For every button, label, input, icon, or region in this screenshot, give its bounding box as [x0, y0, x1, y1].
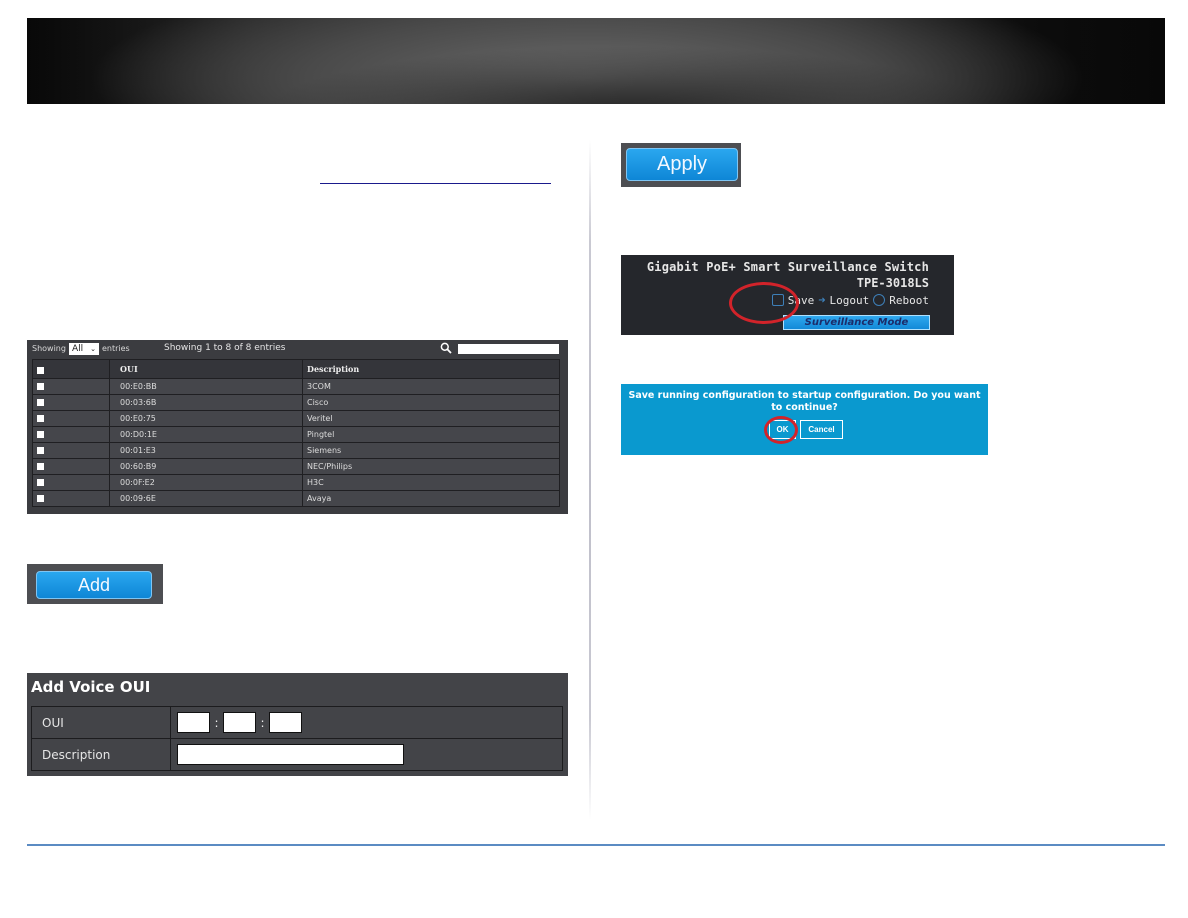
page-header-banner: [27, 18, 1165, 104]
table-row: 00:09:6E Avaya: [32, 490, 560, 507]
model-name: TPE-3018LS: [856, 276, 929, 290]
row-checkbox[interactable]: [37, 383, 44, 390]
column-header-oui: OUI: [109, 359, 303, 379]
row-select-cell: [32, 490, 110, 507]
surveillance-mode-button[interactable]: Surveillance Mode: [783, 315, 930, 330]
search-icon: [440, 342, 452, 354]
voice-oui-table-panel: Showing All ⌄ entries Showing 1 to 8 of …: [27, 340, 568, 514]
cancel-button[interactable]: Cancel: [800, 420, 843, 439]
panel-title: Add Voice OUI: [31, 678, 151, 696]
oui-cell: 00:60:B9: [109, 458, 303, 475]
logout-icon[interactable]: ➜: [818, 293, 825, 307]
logout-link[interactable]: Logout: [830, 294, 870, 307]
row-checkbox[interactable]: [37, 463, 44, 470]
form-row-oui: OUI ::: [31, 706, 563, 739]
oui-octet-3-input[interactable]: [269, 712, 302, 733]
reboot-icon[interactable]: [873, 294, 886, 306]
description-cell: H3C: [302, 474, 560, 491]
ok-button[interactable]: OK: [769, 420, 796, 439]
row-select-cell: [32, 442, 110, 459]
description-input[interactable]: [177, 744, 404, 765]
reboot-link[interactable]: Reboot: [889, 294, 929, 307]
apply-button[interactable]: Apply: [626, 148, 738, 181]
search-input[interactable]: [458, 344, 559, 354]
description-cell: [170, 738, 563, 771]
table-row: 00:60:B9 NEC/Philips: [32, 458, 560, 475]
description-cell: Veritel: [302, 410, 560, 427]
save-icon[interactable]: [771, 294, 784, 306]
oui-octet-2-input[interactable]: [223, 712, 256, 733]
entries-select-value: All: [71, 343, 84, 354]
description-cell: Cisco: [302, 394, 560, 411]
description-cell: Pingtel: [302, 426, 560, 443]
oui-cell: 00:09:6E: [109, 490, 303, 507]
column-header-description: Description: [302, 359, 560, 379]
select-all-header: [32, 359, 110, 379]
row-select-cell: [32, 426, 110, 443]
row-checkbox[interactable]: [37, 415, 44, 422]
row-checkbox[interactable]: [37, 399, 44, 406]
description-label: Description: [31, 738, 171, 771]
table-row: 00:01:E3 Siemens: [32, 442, 560, 459]
row-select-cell: [32, 394, 110, 411]
apply-button-frame: Apply: [621, 143, 741, 187]
description-cell: NEC/Philips: [302, 458, 560, 475]
table-row: 00:E0:75 Veritel: [32, 410, 560, 427]
table-header-row: OUI Description: [32, 359, 560, 379]
save-confirm-dialog: Save running configuration to startup co…: [621, 384, 988, 455]
row-checkbox[interactable]: [37, 447, 44, 454]
oui-octet-1-input[interactable]: [177, 712, 210, 733]
save-link[interactable]: Save: [788, 294, 815, 307]
header-actions: Save ➜ Logout Reboot: [771, 293, 929, 307]
row-select-cell: [32, 474, 110, 491]
add-voice-oui-panel: Add Voice OUI OUI :: Description: [27, 673, 568, 776]
oui-cell: 00:01:E3: [109, 442, 303, 459]
oui-cell: 00:E0:75: [109, 410, 303, 427]
form-row-description: Description: [31, 738, 563, 771]
oui-inputs: ::: [170, 706, 563, 739]
showing-label: Showing: [32, 344, 66, 353]
oui-table: OUI Description 00:E0:BB 3COM 00:03:6B Cisc…: [32, 359, 560, 507]
entries-select[interactable]: All ⌄: [68, 342, 99, 355]
hyperlink-underline[interactable]: [320, 183, 551, 184]
row-checkbox[interactable]: [37, 479, 44, 486]
table-row: 00:E0:BB 3COM: [32, 378, 560, 395]
table-row: 00:0F:E2 H3C: [32, 474, 560, 491]
column-divider: [589, 140, 591, 820]
row-checkbox[interactable]: [37, 495, 44, 502]
oui-cell: 00:E0:BB: [109, 378, 303, 395]
select-all-checkbox[interactable]: [37, 366, 44, 374]
table-row: 00:D0:1E Pingtel: [32, 426, 560, 443]
device-header: Gigabit PoE+ Smart Surveillance Switch T…: [621, 255, 954, 335]
description-cell: 3COM: [302, 378, 560, 395]
add-button[interactable]: Add: [36, 571, 152, 599]
description-cell: Avaya: [302, 490, 560, 507]
oui-cell: 00:0F:E2: [109, 474, 303, 491]
oui-cell: 00:D0:1E: [109, 426, 303, 443]
entries-label: entries: [101, 344, 130, 353]
table-toolbar: Showing All ⌄ entries Showing 1 to 8 of …: [27, 340, 568, 357]
row-checkbox[interactable]: [37, 431, 44, 438]
oui-cell: 00:03:6B: [109, 394, 303, 411]
row-select-cell: [32, 378, 110, 395]
add-voice-oui-form: OUI :: Description: [31, 706, 563, 771]
row-select-cell: [32, 410, 110, 427]
table-row: 00:03:6B Cisco: [32, 394, 560, 411]
entries-info: Showing 1 to 8 of 8 entries: [164, 343, 286, 353]
oui-label: OUI: [31, 706, 171, 739]
oui-separator: :: [260, 715, 265, 730]
description-cell: Siemens: [302, 442, 560, 459]
chevron-down-icon: ⌄: [90, 344, 96, 353]
dialog-message: Save running configuration to startup co…: [628, 390, 981, 413]
product-name: Gigabit PoE+ Smart Surveillance Switch: [646, 260, 929, 274]
add-button-frame: Add: [27, 564, 163, 604]
oui-separator: :: [214, 715, 219, 730]
footer-rule: [27, 844, 1165, 846]
row-select-cell: [32, 458, 110, 475]
